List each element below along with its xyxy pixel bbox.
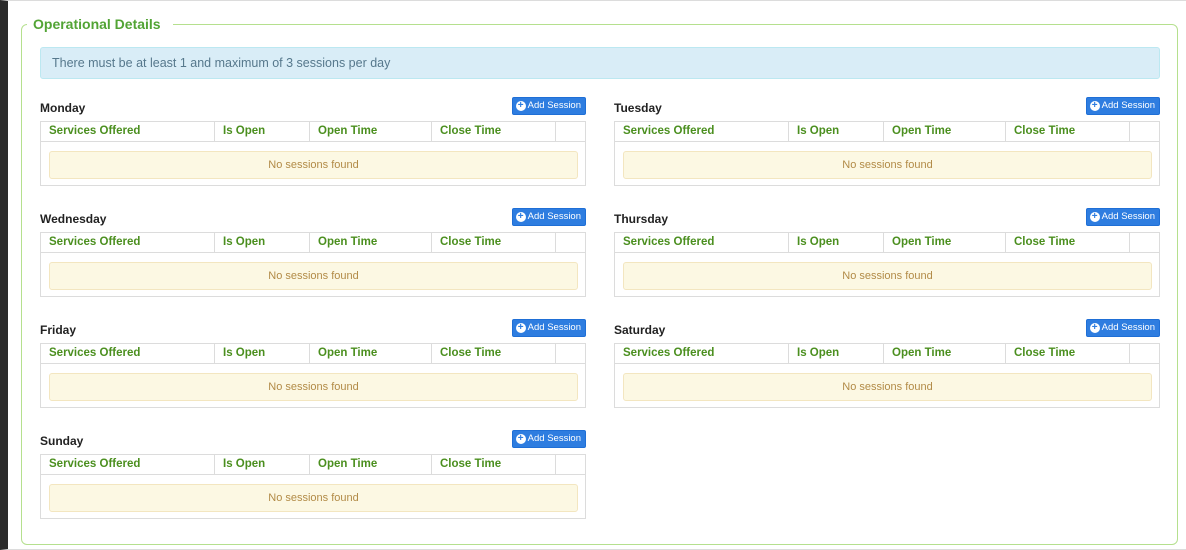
plus-circle-icon: + [515, 101, 526, 111]
day-title: Sunday [40, 434, 84, 448]
col-services-offered[interactable]: Services Offered [41, 455, 215, 474]
info-alert: There must be at least 1 and maximum of … [40, 47, 1160, 79]
add-session-button[interactable]: + Add Session [511, 319, 586, 337]
col-is-open[interactable]: Is Open [215, 344, 310, 363]
add-session-button[interactable]: + Add Session [1085, 97, 1160, 115]
col-open-time[interactable]: Open Time [310, 455, 432, 474]
table-header: Services Offered Is Open Open Time Close… [41, 344, 585, 364]
day-title: Tuesday [614, 101, 662, 115]
col-is-open[interactable]: Is Open [789, 344, 884, 363]
table-header: Services Offered Is Open Open Time Close… [615, 122, 1159, 142]
sessions-table: Services Offered Is Open Open Time Close… [40, 121, 586, 186]
col-open-time[interactable]: Open Time [310, 344, 432, 363]
sessions-table: Services Offered Is Open Open Time Close… [614, 121, 1160, 186]
col-close-time[interactable]: Close Time [432, 344, 556, 363]
col-close-time[interactable]: Close Time [1006, 344, 1130, 363]
add-session-label: Add Session [1101, 211, 1155, 222]
col-actions [1130, 122, 1159, 141]
add-session-label: Add Session [527, 211, 581, 222]
col-services-offered[interactable]: Services Offered [615, 344, 789, 363]
add-session-button[interactable]: + Add Session [1085, 319, 1160, 337]
section-title: Operational Details [27, 14, 173, 34]
plus-circle-icon: + [515, 434, 526, 444]
col-open-time[interactable]: Open Time [884, 344, 1006, 363]
col-close-time[interactable]: Close Time [432, 122, 556, 141]
col-close-time[interactable]: Close Time [432, 233, 556, 252]
col-services-offered[interactable]: Services Offered [41, 344, 215, 363]
col-actions [556, 455, 585, 474]
sessions-table: Services Offered Is Open Open Time Close… [40, 343, 586, 408]
no-sessions-message: No sessions found [623, 373, 1152, 401]
col-actions [556, 233, 585, 252]
sessions-table: Services Offered Is Open Open Time Close… [614, 343, 1160, 408]
table-header: Services Offered Is Open Open Time Close… [41, 122, 585, 142]
day-block-saturday: Saturday + Add Session Services Offered I… [614, 319, 1160, 408]
col-close-time[interactable]: Close Time [1006, 122, 1130, 141]
add-session-label: Add Session [527, 100, 581, 111]
no-sessions-message: No sessions found [49, 151, 578, 179]
col-is-open[interactable]: Is Open [215, 455, 310, 474]
col-actions [556, 122, 585, 141]
col-services-offered[interactable]: Services Offered [41, 122, 215, 141]
add-session-button[interactable]: + Add Session [511, 97, 586, 115]
col-is-open[interactable]: Is Open [789, 122, 884, 141]
add-session-button[interactable]: + Add Session [511, 208, 586, 226]
plus-circle-icon: + [1089, 212, 1100, 222]
add-session-button[interactable]: + Add Session [1085, 208, 1160, 226]
table-header: Services Offered Is Open Open Time Close… [615, 233, 1159, 253]
day-title: Friday [40, 323, 77, 337]
col-actions [556, 344, 585, 363]
col-close-time[interactable]: Close Time [1006, 233, 1130, 252]
plus-circle-icon: + [515, 212, 526, 222]
sessions-table: Services Offered Is Open Open Time Close… [40, 232, 586, 297]
no-sessions-message: No sessions found [49, 262, 578, 290]
col-actions [1130, 233, 1159, 252]
plus-circle-icon: + [515, 323, 526, 333]
col-is-open[interactable]: Is Open [215, 233, 310, 252]
add-session-label: Add Session [527, 433, 581, 444]
day-block-thursday: Thursday + Add Session Services Offered I… [614, 208, 1160, 297]
table-header: Services Offered Is Open Open Time Close… [615, 344, 1159, 364]
col-is-open[interactable]: Is Open [789, 233, 884, 252]
day-block-monday: Monday + Add Session Services Offered Is … [40, 97, 586, 186]
add-session-button[interactable]: + Add Session [511, 430, 586, 448]
no-sessions-message: No sessions found [49, 484, 578, 512]
add-session-label: Add Session [1101, 100, 1155, 111]
table-header: Services Offered Is Open Open Time Close… [41, 455, 585, 475]
col-services-offered[interactable]: Services Offered [615, 122, 789, 141]
table-header: Services Offered Is Open Open Time Close… [41, 233, 585, 253]
day-title: Wednesday [40, 212, 107, 226]
add-session-label: Add Session [1101, 322, 1155, 333]
col-close-time[interactable]: Close Time [432, 455, 556, 474]
sessions-table: Services Offered Is Open Open Time Close… [614, 232, 1160, 297]
col-open-time[interactable]: Open Time [884, 233, 1006, 252]
day-block-friday: Friday + Add Session Services Offered Is … [40, 319, 586, 408]
plus-circle-icon: + [1089, 323, 1100, 333]
no-sessions-message: No sessions found [623, 151, 1152, 179]
col-actions [1130, 344, 1159, 363]
day-title: Thursday [614, 212, 669, 226]
no-sessions-message: No sessions found [623, 262, 1152, 290]
col-services-offered[interactable]: Services Offered [41, 233, 215, 252]
col-is-open[interactable]: Is Open [215, 122, 310, 141]
plus-circle-icon: + [1089, 101, 1100, 111]
sessions-table: Services Offered Is Open Open Time Close… [40, 454, 586, 519]
col-open-time[interactable]: Open Time [310, 122, 432, 141]
col-open-time[interactable]: Open Time [884, 122, 1006, 141]
no-sessions-message: No sessions found [49, 373, 578, 401]
day-title: Saturday [614, 323, 666, 337]
add-session-label: Add Session [527, 322, 581, 333]
col-services-offered[interactable]: Services Offered [615, 233, 789, 252]
day-block-wednesday: Wednesday + Add Session Services Offered … [40, 208, 586, 297]
day-title: Monday [40, 101, 86, 115]
col-open-time[interactable]: Open Time [310, 233, 432, 252]
day-block-sunday: Sunday + Add Session Services Offered Is … [40, 430, 586, 519]
day-block-tuesday: Tuesday + Add Session Services Offered Is… [614, 97, 1160, 186]
